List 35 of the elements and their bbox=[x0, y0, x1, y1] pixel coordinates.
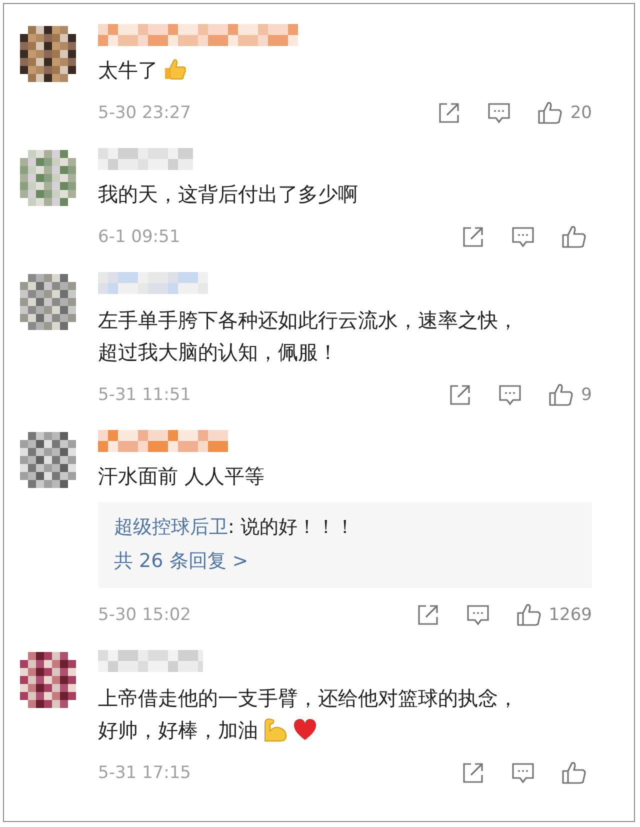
comment-time: 6-1 09:51 bbox=[98, 227, 180, 247]
comment-icon[interactable] bbox=[512, 762, 534, 784]
share-icon[interactable] bbox=[416, 604, 439, 626]
comment-time: 5-30 23:27 bbox=[98, 103, 191, 123]
share-icon[interactable] bbox=[462, 762, 484, 784]
heart-icon bbox=[292, 717, 318, 743]
like-count: 20 bbox=[570, 103, 592, 123]
comment-text: 超过我大脑的认知，佩服！ bbox=[98, 339, 338, 366]
like-count: 1269 bbox=[548, 605, 592, 625]
thumbs-up-icon[interactable] bbox=[538, 101, 562, 125]
comment-time: 5-30 15:02 bbox=[98, 605, 191, 625]
comment-time: 5-31 17:15 bbox=[98, 763, 191, 783]
comment-time: 5-31 11:51 bbox=[98, 385, 191, 405]
comment-icon[interactable] bbox=[512, 226, 534, 248]
comment-text: 汗水面前 人人平等 bbox=[98, 463, 264, 490]
thumbs-up-icon[interactable] bbox=[549, 383, 574, 407]
comment-icon[interactable] bbox=[499, 384, 522, 406]
share-icon[interactable] bbox=[449, 384, 472, 406]
reply-text: : 说的好！！！ bbox=[228, 516, 354, 538]
comment-text: 太牛了 bbox=[98, 57, 158, 84]
share-icon[interactable] bbox=[438, 102, 460, 124]
comment-text: 上帝借走他的一支手臂，还给他对篮球的执念， bbox=[98, 685, 518, 712]
comment-text: 我的天，这背后付出了多少啊 bbox=[98, 181, 358, 208]
comment-text: 好帅，好棒，加油 bbox=[98, 717, 258, 744]
more-replies-link[interactable]: 共 26 条回复 > bbox=[114, 544, 576, 578]
comment-text: 左手单手胯下各种还如此行云流水，速率之快， bbox=[98, 307, 518, 334]
comment-icon[interactable] bbox=[488, 102, 510, 124]
thumbs-up-icon[interactable] bbox=[516, 603, 541, 627]
thumbs-up-icon[interactable] bbox=[562, 761, 586, 785]
thumbs-up-icon[interactable] bbox=[562, 225, 586, 249]
share-icon[interactable] bbox=[462, 226, 484, 248]
reply-author[interactable]: 超级控球后卫 bbox=[114, 516, 228, 538]
flexed-arm-icon bbox=[262, 717, 288, 743]
comment-icon[interactable] bbox=[466, 604, 489, 626]
like-count: 9 bbox=[581, 385, 592, 405]
